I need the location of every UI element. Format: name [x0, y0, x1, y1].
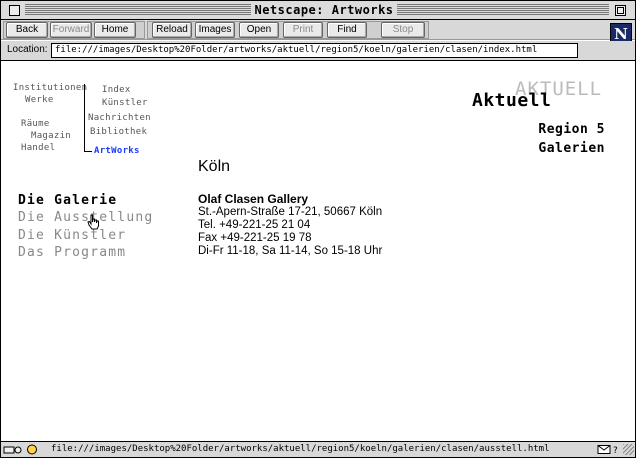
- back-button[interactable]: Back: [6, 22, 48, 38]
- nav-item-index[interactable]: Index: [102, 84, 131, 96]
- gallery-name: Olaf Clasen Gallery: [198, 192, 309, 206]
- print-button[interactable]: Print: [283, 22, 323, 38]
- nav-divider-vertical: [84, 84, 85, 152]
- menu-item-ausstellung[interactable]: Die Ausstellung: [18, 210, 153, 225]
- open-button[interactable]: Open: [239, 22, 279, 38]
- nav-item-kuenstler[interactable]: Künstler: [102, 97, 148, 109]
- nav-item-institutionen[interactable]: Institutionen: [13, 82, 87, 94]
- toolbar: Back Forward Home Reload Images Open Pri…: [1, 20, 635, 40]
- location-bar: Location: file:///images/Desktop%20Folde…: [1, 41, 635, 61]
- nav-item-bibliothek[interactable]: Bibliothek: [90, 126, 147, 138]
- title-bar[interactable]: Netscape: Artworks: [1, 1, 635, 20]
- section-label: Galerien: [538, 141, 605, 156]
- city-heading: Köln: [198, 158, 231, 175]
- hand-cursor-icon: [87, 214, 99, 230]
- nav-item-werke[interactable]: Werke: [25, 94, 54, 106]
- region-heading: Region 5 Galerien: [538, 120, 605, 158]
- page-content: Institutionen Werke Räume Magazin Handel…: [1, 62, 635, 441]
- find-button[interactable]: Find: [327, 22, 367, 38]
- stop-button[interactable]: Stop: [381, 22, 425, 38]
- nav-item-nachrichten[interactable]: Nachrichten: [88, 112, 151, 124]
- nav-item-handel[interactable]: Handel: [21, 142, 55, 154]
- location-label: Location:: [7, 44, 48, 55]
- gallery-fax: Fax +49-221-25 19 78: [198, 232, 312, 244]
- status-bar: file:///images/Desktop%20Folder/artworks…: [1, 441, 635, 457]
- svg-text:?: ?: [613, 446, 618, 455]
- menu-item-programm[interactable]: Das Programm: [18, 245, 126, 260]
- nav-divider-tick: [84, 151, 92, 152]
- activity-indicator-icon: [27, 444, 37, 455]
- gallery-address: St.-Apern-Straße 17-21, 50667 Köln: [198, 206, 383, 218]
- gallery-tel: Tel. +49-221-25 21 04: [198, 219, 311, 231]
- nav-item-raeume[interactable]: Räume: [21, 118, 50, 130]
- menu-item-galerie[interactable]: Die Galerie: [18, 193, 117, 208]
- images-button[interactable]: Images: [195, 22, 235, 38]
- reload-button[interactable]: Reload: [152, 22, 192, 38]
- gallery-info: Olaf Clasen Gallery St.-Apern-Straße 17-…: [198, 193, 382, 258]
- menu-item-kuenstler[interactable]: Die Künstler: [18, 228, 126, 243]
- location-input[interactable]: file:///images/Desktop%20Folder/artworks…: [51, 43, 578, 58]
- gallery-hours: Di-Fr 11-18, Sa 11-14, So 15-18 Uhr: [198, 245, 383, 257]
- region-label: Region 5: [538, 122, 605, 137]
- status-text: file:///images/Desktop%20Folder/artworks…: [51, 444, 550, 454]
- window-title: Netscape: Artworks: [251, 2, 397, 18]
- title-stripes-left: [25, 4, 251, 16]
- help-icon[interactable]: ?: [611, 444, 621, 455]
- nav-item-artworks[interactable]: ArtWorks: [94, 145, 140, 157]
- close-box-icon[interactable]: [9, 5, 20, 16]
- section-title: Aktuell: [472, 90, 552, 111]
- nav-item-magazin[interactable]: Magazin: [31, 130, 71, 142]
- home-button[interactable]: Home: [94, 22, 136, 38]
- forward-button[interactable]: Forward: [50, 22, 92, 38]
- mail-icon[interactable]: [597, 444, 611, 455]
- zoom-box-icon[interactable]: [615, 5, 626, 16]
- title-stripes-right: [397, 4, 609, 16]
- resize-grip-icon[interactable]: [623, 444, 634, 455]
- browser-window: Netscape: Artworks Back Forward Home Rel…: [0, 0, 636, 458]
- security-key-icon[interactable]: [3, 444, 23, 455]
